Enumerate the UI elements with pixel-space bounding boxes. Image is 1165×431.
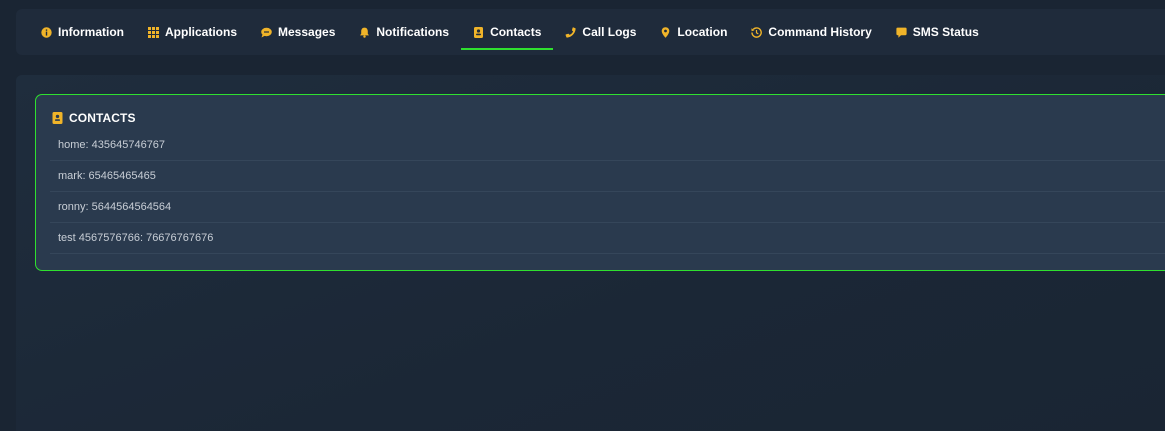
tab-call-logs[interactable]: Call Logs [553, 14, 648, 50]
list-item: mark: 65465465465 [50, 161, 1165, 192]
contacts-card-header: CONTACTS [52, 111, 136, 125]
tab-notifications[interactable]: Notifications [347, 14, 461, 50]
tab-information[interactable]: Information [29, 14, 136, 50]
tab-label: Notifications [376, 25, 450, 39]
grid-icon [148, 26, 159, 38]
tab-bar: Information Applications Messages Notifi… [16, 9, 1165, 55]
list-item: ronny: 5644564564564 [50, 192, 1165, 223]
tab-applications[interactable]: Applications [136, 14, 249, 50]
history-icon [751, 26, 763, 38]
main-content-panel: CONTACTS home: 435645746767 mark: 654654… [16, 75, 1165, 431]
tab-label: Information [58, 25, 124, 39]
contacts-card: CONTACTS home: 435645746767 mark: 654654… [35, 94, 1165, 271]
tab-location[interactable]: Location [648, 14, 739, 50]
app-page: Information Applications Messages Notifi… [0, 0, 1165, 431]
tab-label: Messages [278, 25, 336, 39]
tab-label: SMS Status [912, 25, 979, 39]
tab-label: Command History [768, 25, 872, 39]
tab-messages[interactable]: Messages [249, 14, 347, 50]
tab-label: Call Logs [582, 25, 637, 39]
bell-icon [359, 27, 370, 38]
phone-icon [565, 26, 577, 38]
list-item: home: 435645746767 [50, 130, 1165, 161]
contact-book-icon [52, 112, 63, 124]
sms-icon [896, 27, 907, 38]
tab-label: Location [677, 25, 728, 39]
tab-sms-status[interactable]: SMS Status [884, 14, 991, 50]
list-item: test 4567576766: 76676767676 [50, 223, 1165, 254]
tab-label: Contacts [490, 25, 542, 39]
map-pin-icon [660, 26, 671, 38]
tab-command-history[interactable]: Command History [739, 14, 883, 50]
info-circle-icon [41, 26, 52, 38]
contacts-card-title: CONTACTS [69, 111, 136, 125]
contact-list: home: 435645746767 mark: 65465465465 ron… [50, 130, 1165, 254]
contact-book-icon [473, 26, 484, 38]
tab-label: Applications [165, 25, 238, 39]
message-bubble-icon [261, 27, 272, 38]
tab-contacts[interactable]: Contacts [461, 14, 554, 50]
